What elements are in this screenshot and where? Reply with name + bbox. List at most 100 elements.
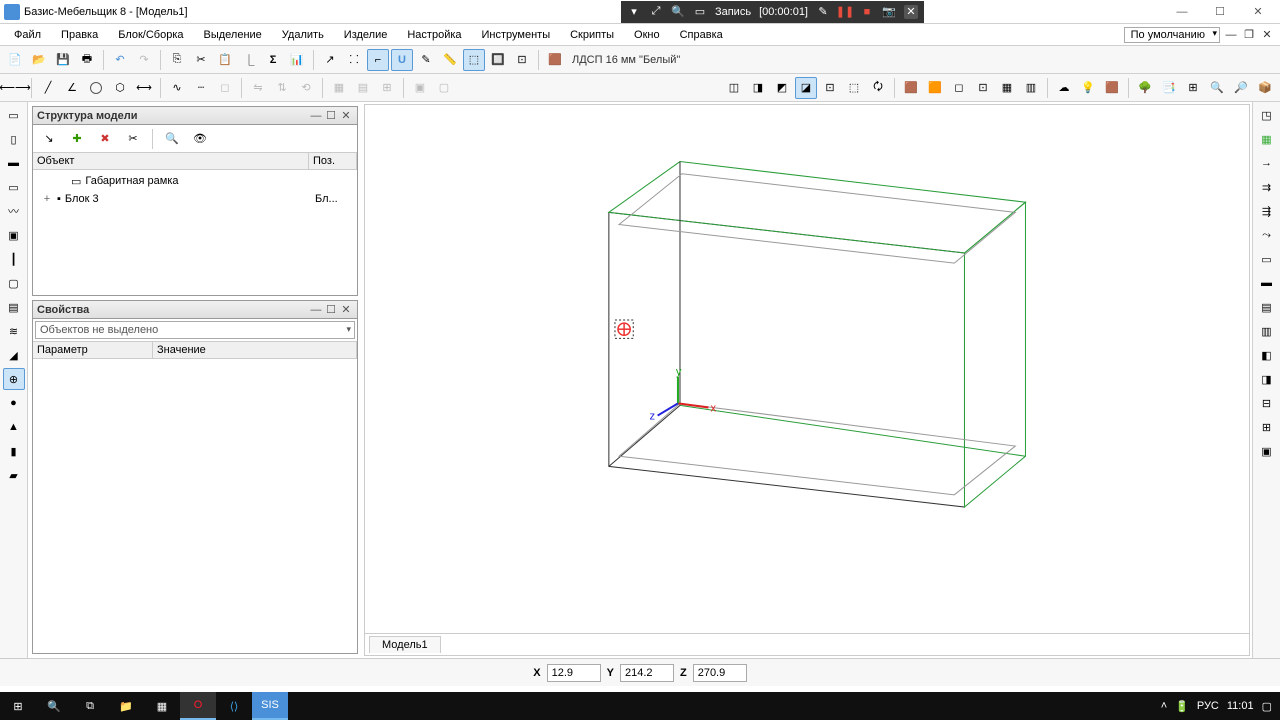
- layout-combo[interactable]: По умолчанию: [1124, 27, 1220, 43]
- r-arrow3-icon[interactable]: ⇶: [1256, 200, 1278, 222]
- tree-row[interactable]: + ▪ Блок 3 Бл...: [35, 190, 355, 208]
- rec-pause-icon[interactable]: ❚❚: [838, 5, 852, 19]
- tray-lang[interactable]: РУС: [1197, 700, 1219, 712]
- view-cube-icon[interactable]: ⬚: [843, 77, 865, 99]
- chart-icon[interactable]: 📊: [286, 49, 308, 71]
- maximize-button[interactable]: ☐: [1202, 2, 1238, 22]
- orbit-icon[interactable]: 🗘: [867, 77, 889, 99]
- menu-tools[interactable]: Инструменты: [474, 27, 559, 43]
- taskview-button[interactable]: ⧉: [72, 692, 108, 720]
- rec-crop-icon[interactable]: ▭: [693, 5, 707, 19]
- rec-dropdown-icon[interactable]: ▾: [627, 5, 641, 19]
- col-parameter[interactable]: Параметр: [33, 342, 153, 358]
- panel-cylinder-icon[interactable]: ▮: [3, 440, 25, 462]
- zoom-extents-icon[interactable]: 🔲: [487, 49, 509, 71]
- menu-block[interactable]: Блок/Сборка: [110, 27, 191, 43]
- r-arrow2-icon[interactable]: ⇉: [1256, 176, 1278, 198]
- flip-h-icon[interactable]: ⇋: [247, 77, 269, 99]
- array-grid-icon[interactable]: ⊞: [376, 77, 398, 99]
- view-iso-icon[interactable]: ◪: [795, 77, 817, 99]
- col-object[interactable]: Объект: [33, 153, 309, 169]
- panel-maximize-icon[interactable]: ☐: [324, 303, 338, 317]
- material-icon[interactable]: 🟫: [544, 49, 566, 71]
- tray-battery-icon[interactable]: 🔋: [1175, 700, 1189, 713]
- paste-icon[interactable]: 📋: [214, 49, 236, 71]
- tree-expand-icon[interactable]: ↘: [37, 127, 61, 151]
- start-button[interactable]: ⊞: [0, 692, 36, 720]
- rotate-icon[interactable]: ⟲: [295, 77, 317, 99]
- rec-draw-icon[interactable]: ✎: [816, 5, 830, 19]
- wire2-icon[interactable]: ⊡: [972, 77, 994, 99]
- open-file-icon[interactable]: 📂: [28, 49, 50, 71]
- r-box7-icon[interactable]: ⊟: [1256, 392, 1278, 414]
- tree-icon[interactable]: 🌳: [1134, 77, 1156, 99]
- tray-time[interactable]: 11:01: [1227, 700, 1254, 712]
- rec-camera-icon[interactable]: 📷: [882, 5, 896, 19]
- view-back-icon[interactable]: ◩: [771, 77, 793, 99]
- tray-up-icon[interactable]: ˄: [1161, 700, 1167, 712]
- group-icon[interactable]: ▣: [409, 77, 431, 99]
- panel-maximize-icon[interactable]: ☐: [324, 109, 338, 123]
- r-box2-icon[interactable]: ▬: [1256, 272, 1278, 294]
- tree-row[interactable]: ▭ Габаритная рамка: [35, 172, 355, 190]
- panel-fabric-icon[interactable]: ≋: [3, 320, 25, 342]
- view-top-icon[interactable]: ⊡: [819, 77, 841, 99]
- panel-rect-icon[interactable]: ▭: [3, 104, 25, 126]
- texture-icon[interactable]: 🟫: [1101, 77, 1123, 99]
- select-mode-icon[interactable]: ⬚: [463, 49, 485, 71]
- wire1-icon[interactable]: ◻: [948, 77, 970, 99]
- menu-help[interactable]: Справка: [672, 27, 731, 43]
- viewport-3d[interactable]: x y z Модель1: [364, 104, 1250, 656]
- r-box5-icon[interactable]: ◧: [1256, 344, 1278, 366]
- redo-icon[interactable]: ↷: [133, 49, 155, 71]
- panel-close-icon[interactable]: ✕: [339, 303, 353, 317]
- panel-door-icon[interactable]: ▢: [3, 272, 25, 294]
- tree-tools-icon[interactable]: ✂: [121, 127, 145, 151]
- tab-model1[interactable]: Модель1: [369, 636, 441, 653]
- menu-delete[interactable]: Удалить: [274, 27, 332, 43]
- x-input[interactable]: [547, 664, 601, 682]
- close-button[interactable]: ✕: [1240, 2, 1276, 22]
- r-sel-icon[interactable]: ◳: [1256, 104, 1278, 126]
- box3d-icon[interactable]: 📦: [1254, 77, 1276, 99]
- circle-icon[interactable]: [85, 77, 107, 99]
- zoom-icon[interactable]: 🔎: [1230, 77, 1252, 99]
- r-arrow1-icon[interactable]: →: [1256, 152, 1278, 174]
- tree-remove-icon[interactable]: ✖: [93, 127, 117, 151]
- vscode-icon[interactable]: ⟨⟩: [216, 692, 252, 720]
- snap-corner-icon[interactable]: ⌐: [367, 49, 389, 71]
- panel-active-icon[interactable]: ⊕: [3, 368, 25, 390]
- panel-edge-icon[interactable]: ◢: [3, 344, 25, 366]
- array-v-icon[interactable]: ▤: [352, 77, 374, 99]
- panel-minimize-icon[interactable]: —: [309, 303, 323, 317]
- view-side-icon[interactable]: ◨: [747, 77, 769, 99]
- sum-icon[interactable]: Σ: [262, 49, 284, 71]
- tray-notif-icon[interactable]: ▢: [1262, 700, 1272, 713]
- r-arrow4-icon[interactable]: ⤳: [1256, 224, 1278, 246]
- flip-v-icon[interactable]: ⇅: [271, 77, 293, 99]
- align-icon[interactable]: ⎿: [238, 49, 260, 71]
- panel-cone-icon[interactable]: ▲: [3, 416, 25, 438]
- menu-product[interactable]: Изделие: [336, 27, 396, 43]
- minimize-button[interactable]: —: [1164, 2, 1200, 22]
- grid2-icon[interactable]: ⊞: [1182, 77, 1204, 99]
- magnet-icon[interactable]: U: [391, 49, 413, 71]
- copy-icon[interactable]: ⎘: [166, 49, 188, 71]
- menu-file[interactable]: Файл: [6, 27, 49, 43]
- zoom-window-icon[interactable]: ⊡: [511, 49, 533, 71]
- r-box3-icon[interactable]: ▤: [1256, 296, 1278, 318]
- r-box8-icon[interactable]: ⊞: [1256, 416, 1278, 438]
- tree-view-icon[interactable]: 👁: [188, 127, 212, 151]
- r-box4-icon[interactable]: ▥: [1256, 320, 1278, 342]
- ruler-icon[interactable]: 📏: [439, 49, 461, 71]
- undo-icon[interactable]: ↶: [109, 49, 131, 71]
- mdi-minimize-icon[interactable]: —: [1224, 28, 1238, 42]
- panel-shelf-icon[interactable]: ▬: [3, 152, 25, 174]
- col-position[interactable]: Поз.: [309, 153, 357, 169]
- axis-icon[interactable]: ↗: [319, 49, 341, 71]
- system-tray[interactable]: ˄ 🔋 РУС 11:01 ▢: [1161, 700, 1280, 713]
- layers-icon[interactable]: 📑: [1158, 77, 1180, 99]
- rec-resize-icon[interactable]: ⤢: [649, 5, 663, 19]
- explorer-icon[interactable]: 📁: [108, 692, 144, 720]
- panel-close-icon[interactable]: ✕: [339, 109, 353, 123]
